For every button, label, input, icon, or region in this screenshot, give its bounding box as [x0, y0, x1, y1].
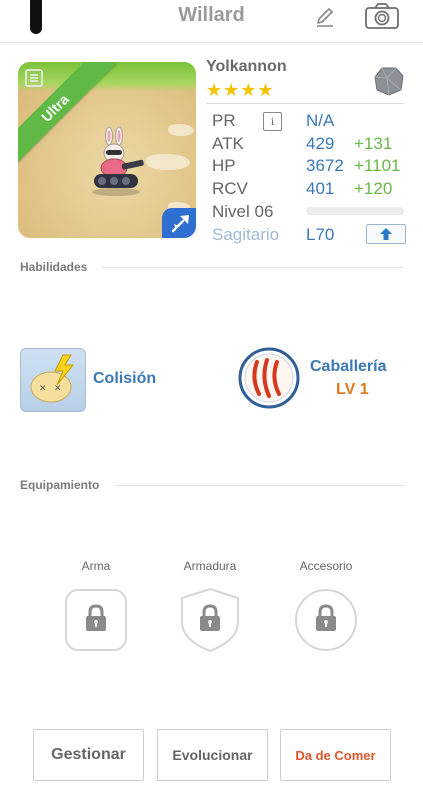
stat-value-atk: 429: [306, 134, 335, 153]
zodiac-level: L70: [306, 225, 335, 244]
stat-bonus-hp: +1101: [354, 156, 401, 175]
stats-divider: [206, 103, 404, 104]
rarity-stars: ★★★★: [206, 80, 275, 100]
equipment-divider: [116, 485, 404, 486]
stat-label-pr: PR: [212, 111, 236, 130]
skill-cavalry-level: LV 1: [336, 381, 369, 398]
level-progress-bar: [306, 207, 404, 215]
svg-text:✕: ✕: [39, 384, 47, 394]
skill-cavalry-label[interactable]: Caballería: [310, 358, 386, 376]
page-title: Willard: [178, 4, 245, 26]
stat-label-hp: HP: [212, 156, 236, 175]
equipment-section-title: Equipamiento: [20, 478, 100, 492]
level-label: Nivel 06: [212, 202, 274, 221]
manage-button[interactable]: Gestionar: [33, 729, 144, 781]
stat-bonus-rcv: +120: [354, 179, 393, 198]
skill-cavalry-icon[interactable]: [237, 346, 301, 410]
slot-label-weapon: Arma: [81, 559, 111, 573]
flying-type-icon: [170, 212, 192, 234]
monster-sprite: [78, 126, 158, 206]
lock-icon: [314, 604, 338, 632]
card-icon: [24, 68, 44, 88]
skills-divider: [102, 267, 404, 268]
skill-collision-label[interactable]: Colisión: [93, 370, 156, 388]
monster-name: Yolkannon: [206, 58, 287, 75]
info-icon[interactable]: i: [263, 112, 282, 131]
arrow-up-icon: [373, 226, 399, 242]
stat-label-rcv: RCV: [212, 179, 248, 198]
skill-collision-icon[interactable]: ✕ ✕: [20, 348, 86, 412]
lock-icon: [84, 604, 108, 632]
evolve-button[interactable]: Evolucionar: [157, 729, 268, 781]
svg-text:✕: ✕: [54, 384, 62, 394]
lock-icon: [198, 604, 222, 632]
stat-value-rcv: 401: [306, 179, 335, 198]
slot-label-armor: Armadura: [183, 559, 237, 573]
slot-label-accessory: Accesorio: [299, 559, 353, 573]
stat-bonus-atk: +131: [354, 134, 393, 153]
stone-element-icon: [372, 64, 406, 98]
upgrade-button[interactable]: [366, 224, 406, 244]
camera-icon[interactable]: [364, 2, 400, 30]
stat-label-atk: ATK: [212, 134, 244, 153]
stat-value-hp: 3672: [306, 156, 344, 175]
pencil-icon[interactable]: [312, 4, 338, 30]
stat-value-pr: N/A: [306, 111, 335, 130]
portrait-rock: [168, 124, 194, 136]
zodiac-label: Sagitario: [212, 225, 280, 244]
feed-button[interactable]: Da de Comer: [280, 729, 391, 781]
skills-section-title: Habilidades: [20, 260, 88, 274]
